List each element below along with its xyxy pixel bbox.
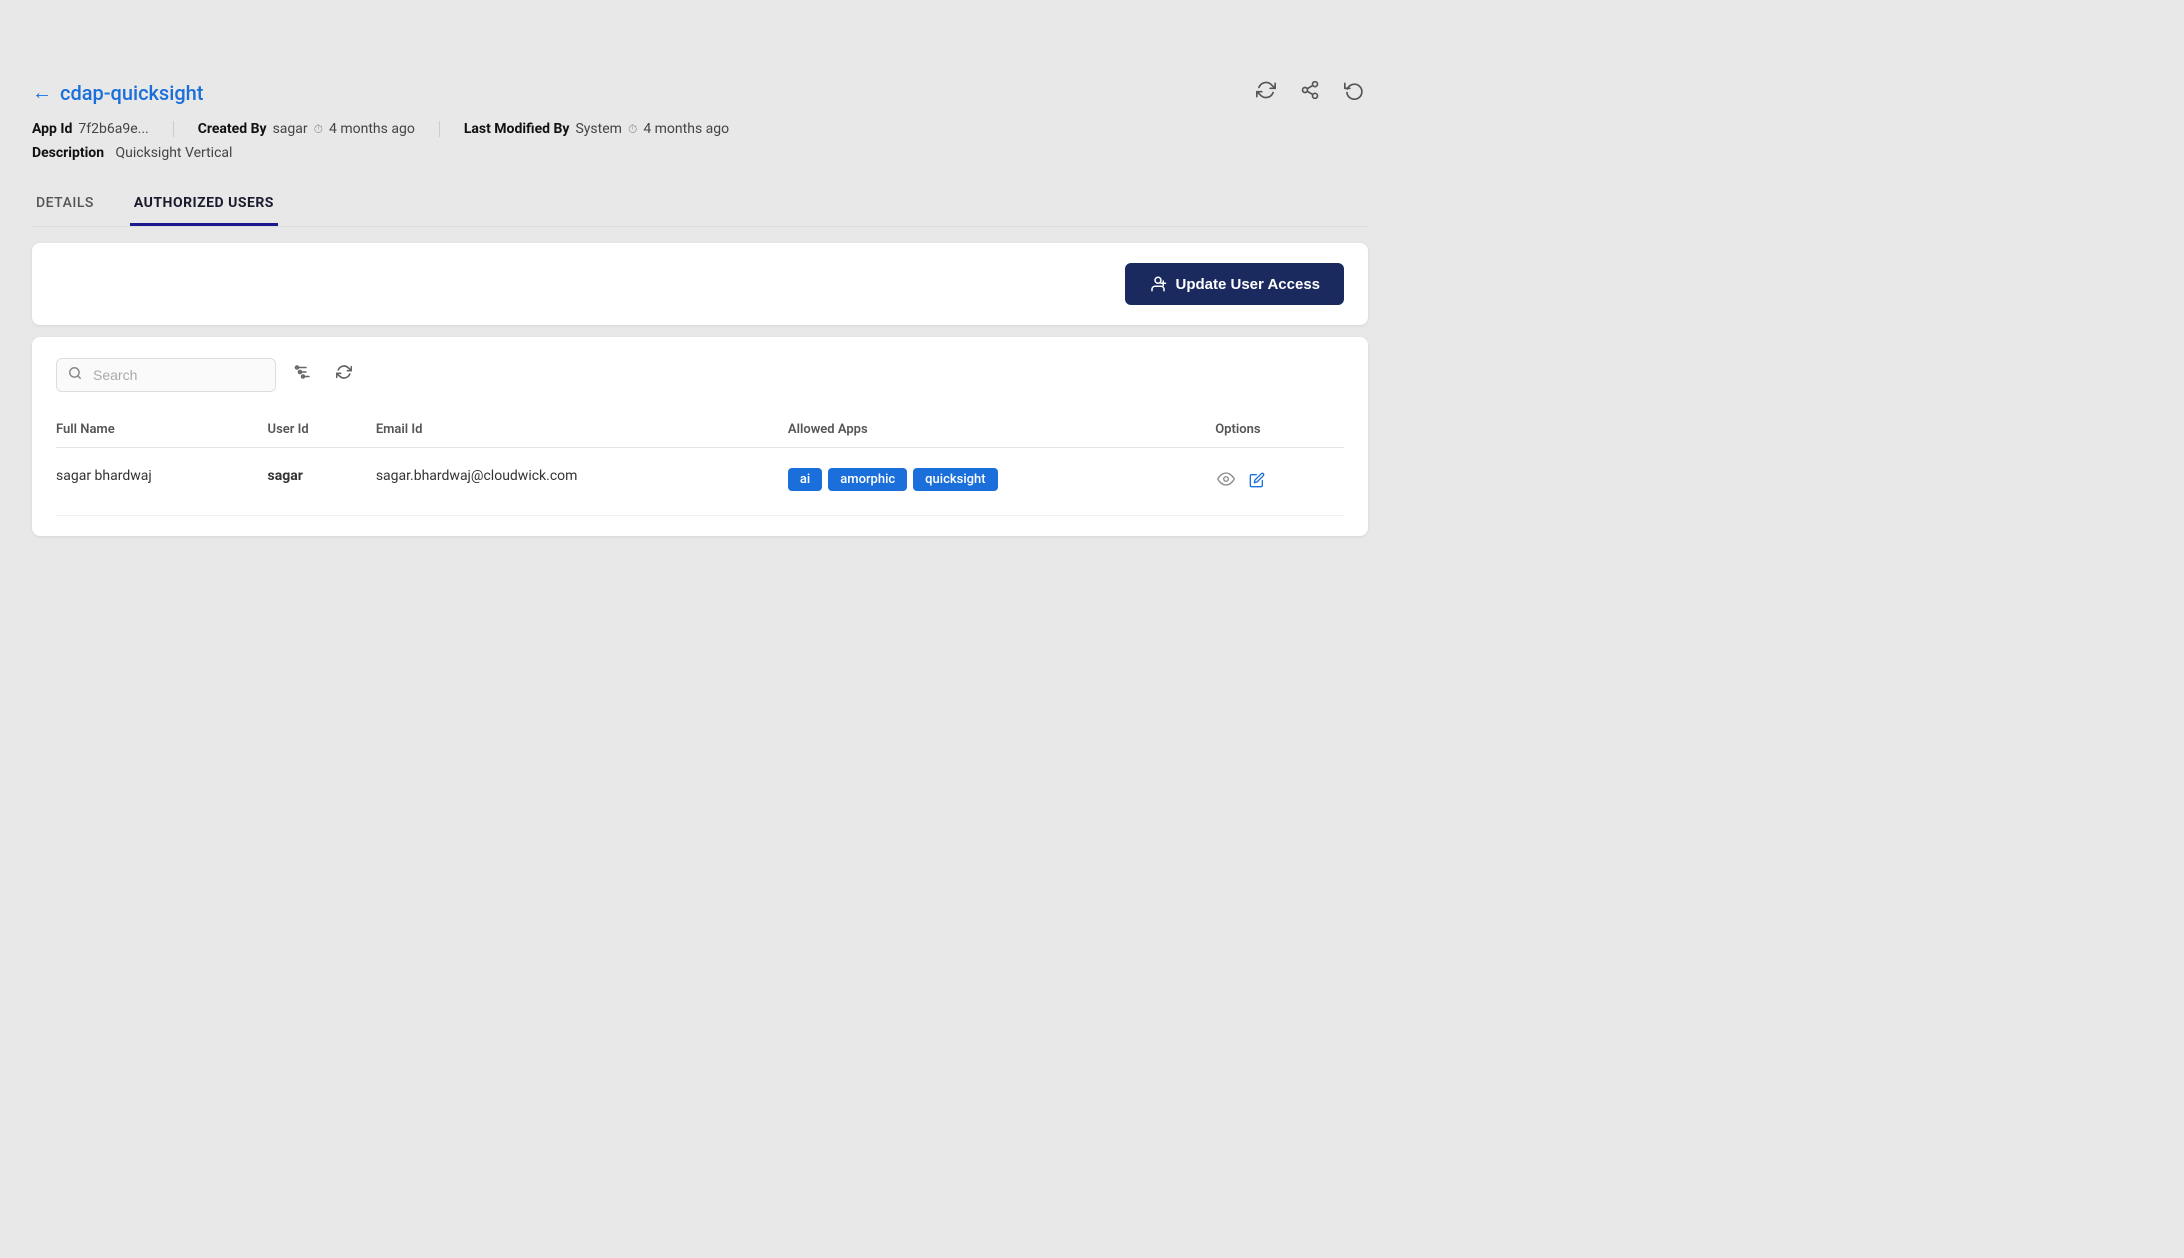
table-header-row: Full Name User Id Email Id Allowed Apps — [56, 412, 1344, 448]
table-row: sagar bhardwajsagarsagar.bhardwaj@cloudw… — [56, 448, 1344, 516]
header-icons — [1252, 76, 1368, 109]
update-user-icon — [1149, 275, 1167, 293]
refresh-icon-button[interactable] — [1252, 76, 1280, 109]
last-modified-value: System — [575, 121, 621, 137]
history-icon-button[interactable] — [1340, 76, 1368, 109]
tab-authorized-users[interactable]: AUTHORIZED USERS — [130, 185, 278, 226]
description-label: Description — [32, 145, 104, 161]
app-tag: ai — [788, 468, 822, 491]
app-title: cdap-quicksight — [60, 81, 203, 105]
search-input[interactable] — [56, 358, 276, 392]
table-card: Full Name User Id Email Id Allowed Apps — [32, 337, 1368, 536]
search-bar-row — [56, 357, 1344, 392]
content-area: Update User Access — [32, 243, 1368, 536]
cell-user-id: sagar — [268, 448, 376, 516]
app-id-meta: App Id 7f2b6a9e... — [32, 121, 173, 137]
description-row: Description Quicksight Vertical — [32, 145, 1368, 161]
modified-clock-icon: ⏱ — [628, 122, 637, 137]
col-allowed-apps: Allowed Apps — [788, 412, 1215, 448]
update-button-label: Update User Access — [1175, 276, 1320, 293]
last-modified-label: Last Modified By — [464, 121, 570, 137]
last-modified-ago: 4 months ago — [643, 121, 729, 137]
tabs-row: DETAILS AUTHORIZED USERS — [32, 185, 1368, 227]
created-ago: 4 months ago — [329, 121, 415, 137]
app-id-value: 7f2b6a9e... — [78, 121, 148, 137]
filter-button[interactable] — [288, 357, 318, 392]
description-value: Quicksight Vertical — [116, 145, 233, 161]
col-email-id: Email Id — [376, 412, 788, 448]
cell-full-name: sagar bhardwaj — [56, 448, 268, 516]
meta-row: App Id 7f2b6a9e... Created By sagar ⏱ 4 … — [32, 121, 1368, 137]
created-by-value: sagar — [273, 121, 308, 137]
cell-options — [1215, 448, 1344, 516]
created-by-meta: Created By sagar ⏱ 4 months ago — [173, 121, 439, 137]
table-refresh-button[interactable] — [330, 358, 358, 391]
search-wrapper — [56, 358, 276, 392]
cell-email-id: sagar.bhardwaj@cloudwick.com — [376, 448, 788, 516]
app-id-label: App Id — [32, 121, 72, 137]
app-tag: quicksight — [913, 468, 997, 491]
back-arrow-icon: ← — [32, 80, 52, 105]
tab-details[interactable]: DETAILS — [32, 185, 98, 226]
col-full-name: Full Name — [56, 412, 268, 448]
search-icon — [68, 366, 82, 384]
users-table: Full Name User Id Email Id Allowed Apps — [56, 412, 1344, 516]
update-user-access-button[interactable]: Update User Access — [1125, 263, 1344, 305]
share-icon-button[interactable] — [1296, 76, 1324, 109]
view-button[interactable] — [1215, 468, 1237, 495]
created-by-label: Created By — [198, 121, 267, 137]
back-link[interactable]: ← cdap-quicksight — [32, 80, 203, 105]
cell-allowed-apps: ai amorphic quicksight — [788, 448, 1215, 516]
col-options: Options — [1215, 412, 1344, 448]
col-user-id: User Id — [268, 412, 376, 448]
edit-button[interactable] — [1247, 470, 1267, 495]
action-bar: Update User Access — [32, 243, 1368, 325]
app-tag: amorphic — [828, 468, 907, 491]
last-modified-meta: Last Modified By System ⏱ 4 months ago — [439, 121, 753, 137]
created-clock-icon: ⏱ — [314, 122, 323, 137]
